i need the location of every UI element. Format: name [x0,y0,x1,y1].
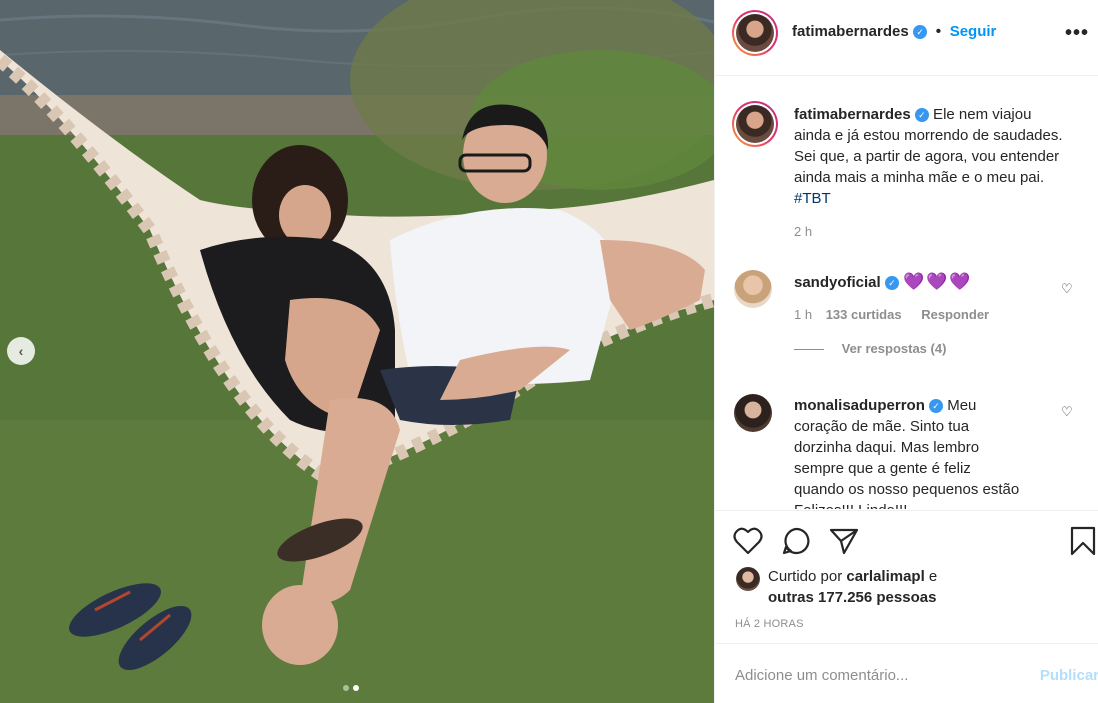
carousel-dot-active [353,685,359,691]
likes-summary: Curtido por carlalimapl e outras 177.256… [768,566,1078,608]
caption: fatimabernardes ✓ Ele nem viajou ainda e… [794,104,1066,239]
separator-dot: • [935,23,942,40]
comment-like-heart-icon[interactable]: ♡ [1061,404,1073,420]
verified-badge-icon: ✓ [884,276,899,291]
verified-badge-icon: ✓ [913,24,928,39]
comment-item: monalisaduperron ✓ Meu coração de mãe. S… [794,395,1024,509]
comment-username[interactable]: monalisaduperron [794,397,925,414]
caption-username[interactable]: fatimabernardes [794,106,911,123]
verified-badge-icon: ✓ [929,399,944,414]
author-username[interactable]: fatimabernardes [792,23,909,40]
carousel-dots [343,685,359,691]
comments-list[interactable]: fatimabernardes ✓ Ele nem viajou ainda e… [715,77,1098,509]
heart-icon[interactable] [733,527,763,555]
verified-badge-icon: ✓ [914,108,929,123]
more-options-icon[interactable]: ••• [1065,22,1089,45]
caption-avatar[interactable] [732,101,778,147]
replies-line [794,349,824,351]
view-replies-button[interactable]: Ver respostas (4) [842,341,947,356]
caption-time: 2 h [794,224,813,239]
photo-illustration [0,0,714,703]
post-timestamp[interactable]: HÁ 2 HORAS [735,618,804,630]
add-comment-bar: Publicar [715,645,1098,703]
likes-count-link[interactable]: outras 177.256 pessoas [768,589,936,606]
likes-prefix: Curtido por [768,568,847,585]
comment-icon[interactable] [782,527,812,555]
comment-input[interactable] [735,663,1015,687]
comment-text: 💜💜💜 [903,272,973,291]
hashtag-link[interactable]: #TBT [794,190,831,207]
carousel-dot [343,685,349,691]
share-icon[interactable] [829,527,859,555]
post-side-panel: fatimabernardes ✓ • Seguir ••• fatimaber… [714,0,1098,703]
reply-button[interactable]: Responder [921,307,989,322]
post-header: fatimabernardes ✓ • Seguir ••• [715,0,1098,76]
carousel-prev-button[interactable]: ‹ [7,337,35,365]
publish-button[interactable]: Publicar [1040,667,1098,684]
post-photo[interactable]: ‹ [0,0,714,703]
follow-button[interactable]: Seguir [950,23,997,40]
comment-likes-link[interactable]: 133 curtidas [826,307,902,322]
liker-avatar[interactable] [736,567,760,591]
bookmark-icon[interactable] [1069,526,1097,556]
comment-time: 1 h [794,307,813,322]
comment-item: sandyoficial ✓ 💜💜💜 1 h 133 curtidas Resp… [794,271,1066,356]
author-avatar[interactable] [732,10,778,56]
liker-username[interactable]: carlalimapl [846,568,924,585]
likes-mid: e [924,568,938,585]
comment-like-heart-icon[interactable]: ♡ [1061,281,1073,297]
post-actions: Curtido por carlalimapl e outras 177.256… [715,510,1098,644]
chevron-left-icon: ‹ [18,343,24,359]
comment-username[interactable]: sandyoficial [794,274,881,291]
commenter-avatar[interactable] [734,394,772,432]
commenter-avatar[interactable] [734,270,772,308]
